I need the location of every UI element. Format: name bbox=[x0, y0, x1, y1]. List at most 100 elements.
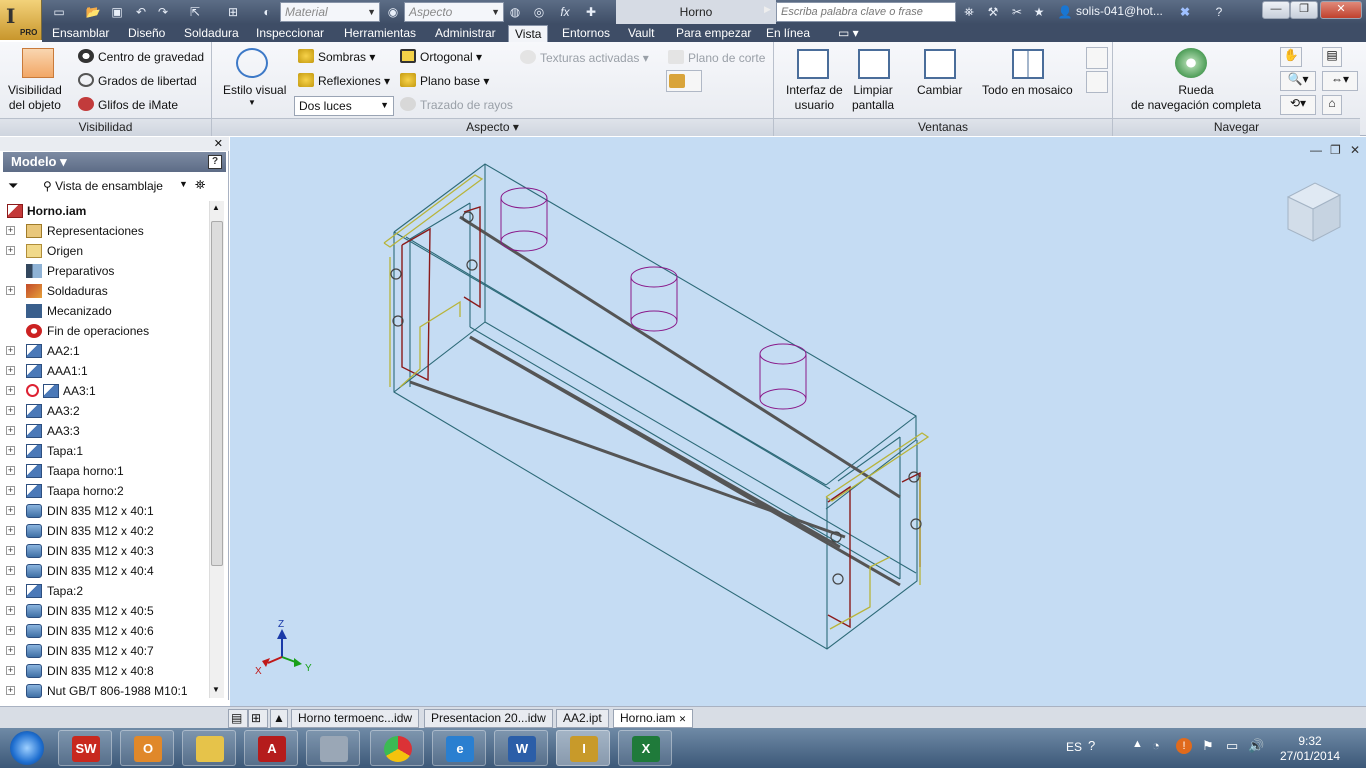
expand-icon[interactable]: + bbox=[6, 506, 15, 515]
tree-node[interactable]: Fin de operaciones bbox=[3, 321, 208, 341]
find-icon[interactable]: ⛯ bbox=[195, 177, 205, 193]
new-window-button[interactable] bbox=[1086, 71, 1108, 93]
expand-icon[interactable]: + bbox=[6, 226, 15, 235]
minimize-button[interactable]: — bbox=[1262, 1, 1290, 19]
tree-node[interactable]: + DIN 835 M12 x 40:1 bbox=[3, 501, 208, 521]
aspect-combo[interactable]: Aspecto ▼ bbox=[404, 2, 504, 22]
expand-icon[interactable]: + bbox=[6, 626, 15, 635]
tabs-list-icon[interactable]: ▤ bbox=[228, 709, 248, 728]
exchange-icon[interactable]: ✖ bbox=[1176, 3, 1194, 21]
properties-icon[interactable]: ◐ bbox=[258, 3, 276, 21]
taskbar-word-button[interactable]: W bbox=[494, 730, 548, 766]
network-icon[interactable]: ◔ bbox=[1152, 738, 1160, 753]
help-tray-icon[interactable]: ? bbox=[1088, 738, 1095, 753]
expand-icon[interactable]: + bbox=[6, 346, 15, 355]
expand-icon[interactable]: + bbox=[6, 686, 15, 695]
tree-node[interactable]: + AA3:1 bbox=[3, 381, 208, 401]
taskbar-ie-button[interactable]: e bbox=[432, 730, 486, 766]
redo-icon[interactable]: ↷ bbox=[154, 3, 172, 21]
taskbar-solidworks-button[interactable]: SW bbox=[58, 730, 112, 766]
expand-icon[interactable]: + bbox=[6, 666, 15, 675]
tab-inspeccionar[interactable]: Inspeccionar bbox=[250, 25, 330, 42]
scroll-thumb[interactable] bbox=[211, 221, 223, 566]
zoom-icon[interactable]: 🔍▾ bbox=[1280, 71, 1316, 91]
tree-node[interactable]: Mecanizado bbox=[3, 301, 208, 321]
imate-glyphs-button[interactable]: Glifos de iMate bbox=[78, 97, 178, 112]
tree-node[interactable]: + Tapa:2 bbox=[3, 581, 208, 601]
tab-para-empezar[interactable]: Para empezar bbox=[670, 25, 757, 42]
display-icon[interactable]: ▭ bbox=[1226, 738, 1238, 754]
vp-restore-icon[interactable]: ❐ bbox=[1330, 143, 1341, 157]
ribbon-options-icon[interactable]: ▭ ▾ bbox=[832, 25, 865, 42]
half-section-button[interactable] bbox=[666, 70, 702, 92]
tree-node[interactable]: + DIN 835 M12 x 40:6 bbox=[3, 621, 208, 641]
select-icon[interactable]: ⇱ bbox=[186, 3, 204, 21]
restore-button[interactable]: ❐ bbox=[1290, 1, 1318, 19]
user-interface-button[interactable]: Interfaz de usuario bbox=[786, 83, 843, 113]
expand-icon[interactable]: + bbox=[6, 466, 15, 475]
clear-appearance-icon[interactable]: ◎ bbox=[530, 3, 548, 21]
taskbar-calculator-button[interactable] bbox=[306, 730, 360, 766]
tree-node[interactable]: + DIN 835 M12 x 40:2 bbox=[3, 521, 208, 541]
help-icon[interactable]: ? bbox=[1210, 3, 1228, 21]
expand-icon[interactable]: + bbox=[6, 586, 15, 595]
clock[interactable]: 9:32 27/01/2014 bbox=[1280, 734, 1340, 764]
favorites-icon[interactable]: ★ bbox=[1030, 3, 1048, 21]
panel-aspecto-label[interactable]: Aspecto ▾ bbox=[212, 118, 773, 136]
expand-icon[interactable]: + bbox=[6, 366, 15, 375]
browser-scrollbar[interactable]: ▲ ▼ bbox=[209, 201, 224, 698]
tab-administrar[interactable]: Administrar bbox=[429, 25, 502, 42]
tree-node[interactable]: + DIN 835 M12 x 40:3 bbox=[3, 541, 208, 561]
expand-icon[interactable]: + bbox=[6, 386, 15, 395]
tab-vista[interactable]: Vista bbox=[508, 25, 549, 42]
taskbar-acrobat-button[interactable]: A bbox=[244, 730, 298, 766]
tree-node[interactable]: + Taapa horno:2 bbox=[3, 481, 208, 501]
application-menu-button[interactable]: I PRO bbox=[0, 0, 42, 40]
doc-tab-aa2[interactable]: AA2.ipt bbox=[556, 709, 609, 728]
language-indicator[interactable]: ES bbox=[1066, 740, 1082, 754]
expand-icon[interactable]: + bbox=[6, 246, 15, 255]
doc-tab-horno-idw[interactable]: Horno termoenc...idw bbox=[291, 709, 420, 728]
expand-icon[interactable]: + bbox=[6, 646, 15, 655]
expand-icon[interactable]: + bbox=[6, 606, 15, 615]
taskbar-explorer-button[interactable] bbox=[182, 730, 236, 766]
taskbar-excel-button[interactable]: X bbox=[618, 730, 672, 766]
tab-vault[interactable]: Vault bbox=[622, 25, 660, 42]
browser-title[interactable]: Modelo ▾? bbox=[3, 152, 226, 172]
visual-style-button[interactable]: Estilo visual bbox=[223, 83, 286, 97]
graphics-viewport[interactable]: — ❐ ✕ Z X Y bbox=[230, 137, 1366, 706]
tree-node[interactable]: + AA3:2 bbox=[3, 401, 208, 421]
textures-button[interactable]: Texturas activadas ▾ bbox=[520, 50, 649, 65]
home-view-icon[interactable]: ⌂ bbox=[1322, 95, 1342, 115]
view-cube[interactable] bbox=[1286, 182, 1342, 242]
tree-node[interactable]: Preparativos bbox=[3, 261, 208, 281]
taskbar-chrome-button[interactable] bbox=[370, 730, 424, 766]
expand-icon[interactable]: + bbox=[6, 566, 15, 575]
filter-icon[interactable]: ⏷ bbox=[8, 178, 18, 194]
tab-soldadura[interactable]: Soldadura bbox=[178, 25, 245, 42]
action-center-icon[interactable]: ⚑ bbox=[1202, 738, 1214, 754]
new-icon[interactable]: ▭ bbox=[50, 3, 68, 21]
open-icon[interactable]: 📂 bbox=[84, 3, 102, 21]
appearance-icon[interactable]: ◉ bbox=[384, 3, 402, 21]
ortho-button[interactable]: Ortogonal ▾ bbox=[400, 49, 482, 64]
pan-icon[interactable]: ✋ bbox=[1280, 47, 1302, 67]
plus-icon[interactable]: ✚ bbox=[582, 3, 600, 21]
tree-node[interactable]: + DIN 835 M12 x 40:7 bbox=[3, 641, 208, 661]
undo-icon[interactable]: ↶ bbox=[132, 3, 150, 21]
start-button[interactable] bbox=[10, 731, 44, 765]
model-canvas[interactable]: — ❐ ✕ Z X Y bbox=[230, 137, 1366, 706]
expand-icon[interactable]: + bbox=[6, 486, 15, 495]
orbit-icon[interactable]: ⟲▾ bbox=[1280, 95, 1316, 115]
tree-node[interactable]: + Tapa:1 bbox=[3, 441, 208, 461]
vp-minimize-icon[interactable]: — bbox=[1310, 143, 1322, 157]
object-visibility-button[interactable]: Visibilidad del objeto bbox=[8, 83, 62, 113]
switch-window-button[interactable]: Cambiar bbox=[917, 83, 962, 97]
expand-icon[interactable]: + bbox=[6, 406, 15, 415]
taskbar-inventor-button[interactable]: I bbox=[556, 730, 610, 766]
tab-ensamblar[interactable]: Ensamblar bbox=[46, 25, 115, 42]
volume-icon[interactable]: 🔊 bbox=[1248, 738, 1264, 754]
zoom-all-icon[interactable]: ⇔▾ bbox=[1322, 71, 1358, 91]
close-button[interactable]: ✕ bbox=[1320, 1, 1362, 19]
expand-icon[interactable]: + bbox=[6, 286, 15, 295]
